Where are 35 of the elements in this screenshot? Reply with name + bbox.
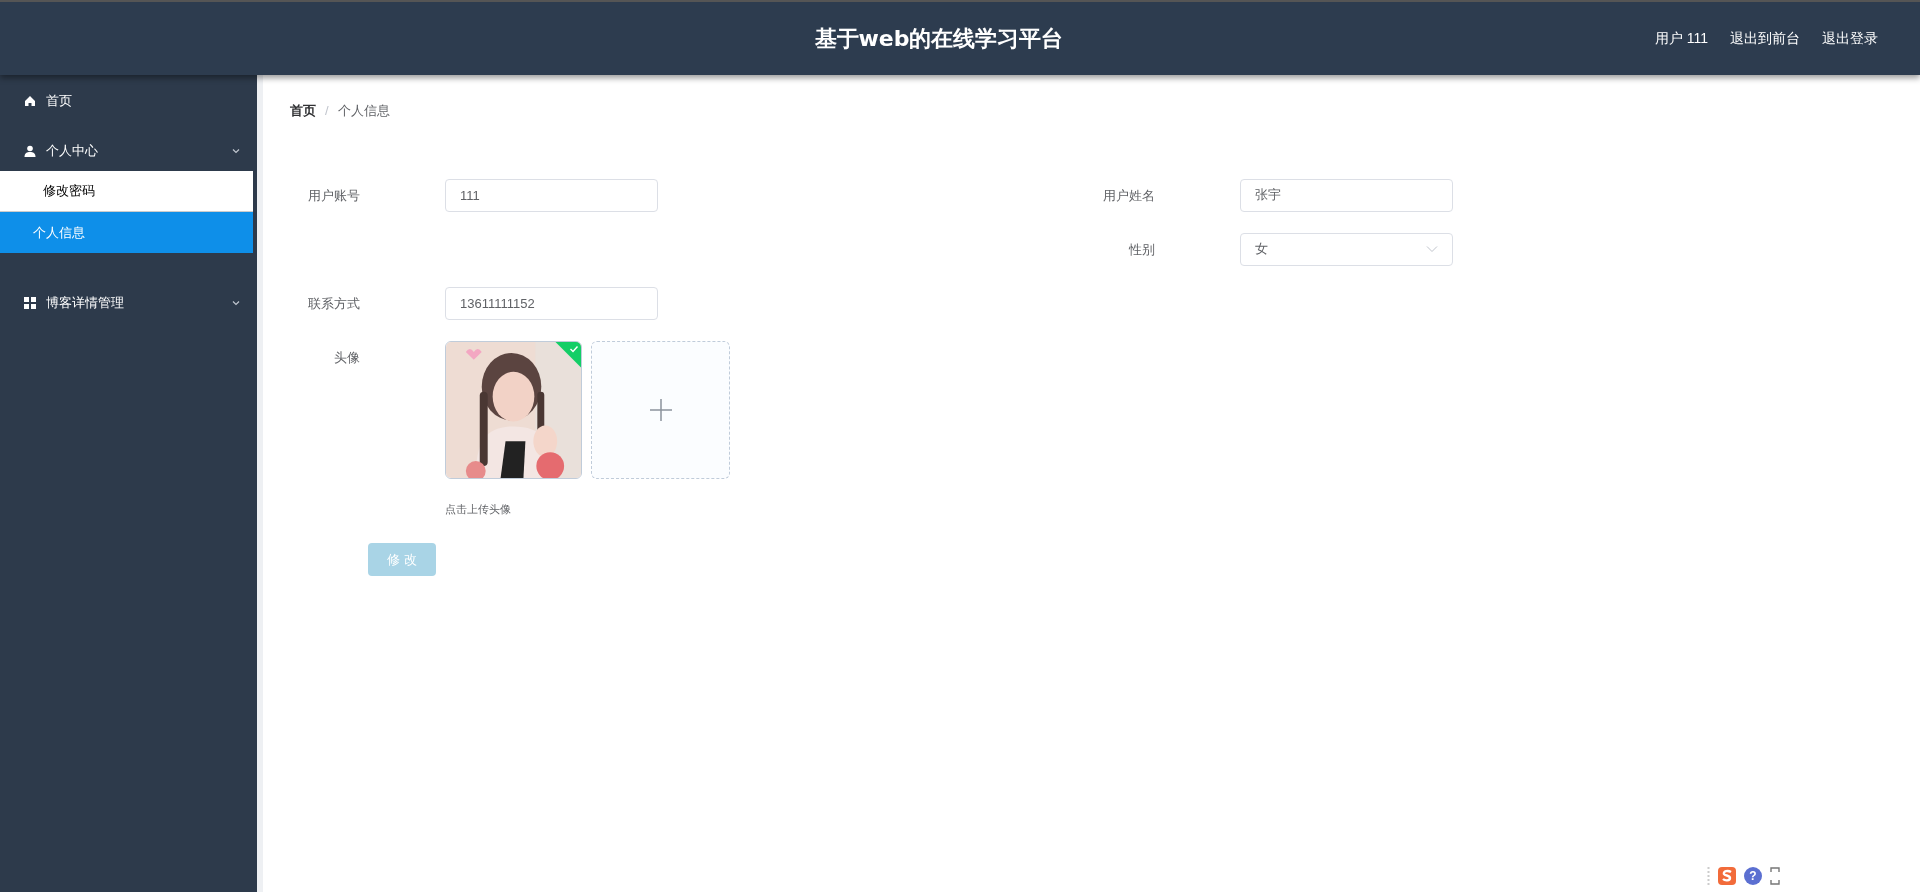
chevron-icon: [231, 298, 241, 308]
menu-item[interactable]: 博客详情管理: [0, 283, 257, 323]
help-icon[interactable]: ?: [1744, 867, 1762, 885]
field-label: 联系方式: [307, 294, 360, 313]
plus-icon: [649, 398, 672, 421]
user-icon: [24, 145, 36, 157]
menu-item[interactable]: 首页: [0, 81, 257, 121]
submenu-item[interactable]: 个人信息: [0, 212, 253, 253]
upload-hint: 点击上传头像: [445, 501, 512, 517]
breadcrumb-link[interactable]: 个人信息: [337, 101, 390, 121]
header-link[interactable]: 退出到前台: [1730, 28, 1800, 49]
grid-icon: [24, 297, 36, 309]
field-label: 用户姓名: [1102, 186, 1155, 205]
chevron-icon: [1426, 245, 1438, 253]
app-title: 基于web的在线学习平台: [814, 25, 1064, 53]
logo-icon: [1718, 867, 1736, 885]
header-link[interactable]: 退出登录: [1822, 28, 1878, 49]
check-icon: [569, 343, 579, 354]
home-icon: [24, 95, 36, 107]
field-label: 性别: [1128, 240, 1155, 259]
submenu-item[interactable]: 修改密码: [0, 171, 253, 212]
chevron-icon: [231, 146, 241, 156]
field-label: 用户账号: [307, 186, 360, 205]
text-field[interactable]: 13611111152: [445, 286, 658, 320]
breadcrumb-separator: /: [325, 102, 329, 120]
expand-icon: [1770, 867, 1780, 885]
select-field[interactable]: 女: [1240, 232, 1453, 266]
menu-item[interactable]: 个人中心: [0, 131, 257, 171]
breadcrumb-link[interactable]: 首页: [290, 101, 316, 121]
text-field[interactable]: 111: [445, 178, 658, 212]
text-field[interactable]: 张宇: [1240, 178, 1453, 212]
user-label: 用户 111: [1654, 29, 1708, 48]
drag-handle-icon: [1707, 866, 1710, 886]
upload-button[interactable]: [591, 340, 730, 479]
field-label: 头像: [333, 348, 360, 367]
